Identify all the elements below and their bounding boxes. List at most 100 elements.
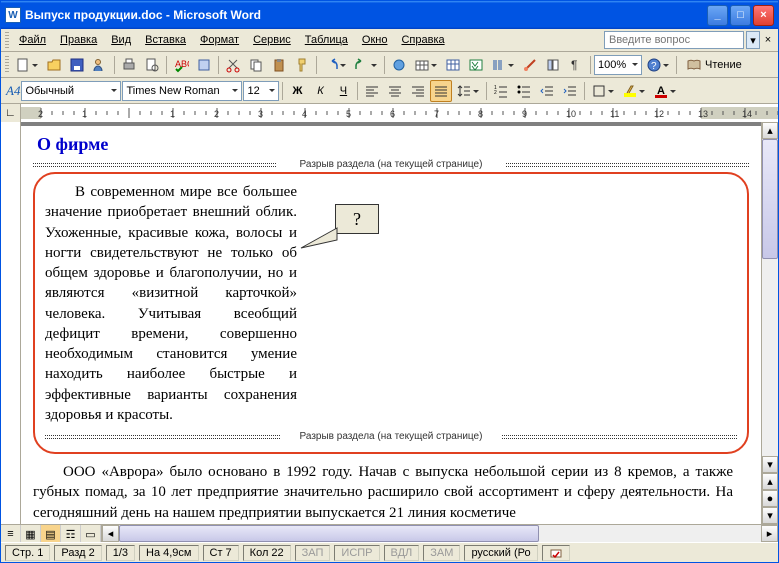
prev-page-button[interactable]: ▴ — [762, 473, 778, 490]
insert-table-button[interactable] — [442, 54, 464, 76]
menu-help[interactable]: Справка — [395, 32, 450, 48]
tables-borders-button[interactable] — [411, 54, 441, 76]
italic-button[interactable]: К — [309, 80, 331, 102]
research-button[interactable] — [193, 54, 215, 76]
numbered-list-button[interactable]: 12 — [490, 80, 512, 102]
menu-edit[interactable]: Правка — [54, 32, 103, 48]
help-button[interactable]: ? — [643, 54, 673, 76]
page-scroll[interactable]: О фирме Разрыв раздела (на текущей стран… — [21, 122, 761, 524]
font-size-combo[interactable]: 12 — [243, 81, 279, 101]
save-button[interactable] — [66, 54, 88, 76]
print-layout-view-button[interactable]: ▤ — [41, 525, 61, 543]
align-center-button[interactable] — [384, 80, 406, 102]
vscroll-thumb[interactable] — [762, 139, 778, 259]
maximize-button[interactable]: □ — [730, 5, 751, 26]
align-left-button[interactable] — [361, 80, 383, 102]
format-painter-button[interactable] — [291, 54, 313, 76]
browse-object-button[interactable]: ● — [762, 490, 778, 507]
normal-view-button[interactable]: ≡ — [1, 525, 21, 543]
style-combo[interactable]: Обычный — [21, 81, 121, 101]
zoom-combo[interactable]: 100% — [594, 55, 642, 75]
status-extend[interactable]: ВДЛ — [384, 545, 420, 561]
menu-format[interactable]: Формат — [194, 32, 245, 48]
print-button[interactable] — [118, 54, 140, 76]
reading-view-button[interactable]: ▭ — [81, 525, 101, 543]
outline-view-button[interactable]: ☶ — [61, 525, 81, 543]
drawing-toolbar-button[interactable] — [519, 54, 541, 76]
minimize-button[interactable]: _ — [707, 5, 728, 26]
status-record[interactable]: ЗАП — [295, 545, 331, 561]
bulleted-list-button[interactable] — [513, 80, 535, 102]
menu-view[interactable]: Вид — [105, 32, 137, 48]
status-pagecount[interactable]: 1/3 — [106, 545, 135, 561]
svg-text:6: 6 — [390, 109, 395, 119]
status-page[interactable]: Стр. 1 — [5, 545, 50, 561]
align-right-button[interactable] — [407, 80, 429, 102]
permission-button[interactable] — [89, 54, 111, 76]
borders-button[interactable] — [588, 80, 618, 102]
font-combo[interactable]: Times New Roman — [122, 81, 242, 101]
callout-annotation[interactable]: ? — [335, 204, 379, 234]
insert-worksheet-button[interactable] — [465, 54, 487, 76]
menu-insert[interactable]: Вставка — [139, 32, 192, 48]
hscroll-track[interactable] — [119, 525, 761, 542]
bold-button[interactable]: Ж — [286, 80, 308, 102]
vertical-scrollbar[interactable]: ▴ ▾ ▴ ● ▾ — [761, 122, 778, 524]
line-spacing-button[interactable] — [453, 80, 483, 102]
help-search-dropdown[interactable]: ▾ — [746, 31, 760, 49]
doc-close-button[interactable]: × — [762, 34, 774, 46]
toolbar-grip[interactable] — [5, 56, 9, 74]
menu-file[interactable]: Файл — [13, 32, 52, 48]
scroll-up-button[interactable]: ▴ — [762, 122, 778, 139]
decrease-indent-button[interactable] — [536, 80, 558, 102]
hyperlink-button[interactable] — [388, 54, 410, 76]
doc-map-button[interactable] — [542, 54, 564, 76]
status-track[interactable]: ИСПР — [334, 545, 379, 561]
horizontal-ruler[interactable]: 211234567891011121314 — [21, 104, 778, 122]
menu-window[interactable]: Окно — [356, 32, 394, 48]
menubar-grip[interactable] — [5, 32, 9, 48]
show-formatting-button[interactable]: ¶ — [565, 54, 587, 76]
next-page-button[interactable]: ▾ — [762, 507, 778, 524]
status-section[interactable]: Разд 2 — [54, 545, 101, 561]
highlight-button[interactable] — [619, 80, 649, 102]
scroll-left-button[interactable]: ◂ — [102, 525, 119, 542]
undo-button[interactable] — [320, 54, 350, 76]
web-view-button[interactable]: ▦ — [21, 525, 41, 543]
tab-selector[interactable]: ∟ — [1, 104, 21, 122]
font-color-button[interactable]: A — [650, 80, 680, 102]
open-button[interactable] — [43, 54, 65, 76]
status-position[interactable]: На 4,9см — [139, 545, 198, 561]
status-spellcheck-icon[interactable] — [542, 545, 570, 561]
status-line[interactable]: Ст 7 — [203, 545, 239, 561]
status-language[interactable]: русский (Ро — [464, 545, 537, 561]
help-search-input[interactable] — [604, 31, 744, 49]
document-page[interactable]: О фирме Разрыв раздела (на текущей стран… — [21, 126, 761, 524]
vertical-ruler[interactable] — [1, 122, 21, 524]
menu-table[interactable]: Таблица — [299, 32, 354, 48]
spellcheck-button[interactable]: ABC — [170, 54, 192, 76]
hscroll-thumb[interactable] — [119, 525, 539, 542]
cut-button[interactable] — [222, 54, 244, 76]
horizontal-scrollbar[interactable]: ◂ ▸ — [102, 525, 778, 542]
status-column[interactable]: Кол 22 — [243, 545, 291, 561]
redo-button[interactable] — [351, 54, 381, 76]
titlebar[interactable]: W Выпуск продукции.doc - Microsoft Word … — [1, 1, 778, 29]
increase-indent-button[interactable] — [559, 80, 581, 102]
svg-text:3: 3 — [258, 109, 263, 119]
scroll-right-button[interactable]: ▸ — [761, 525, 778, 542]
align-justify-button[interactable] — [430, 80, 452, 102]
vscroll-track[interactable] — [762, 139, 778, 456]
menu-tools[interactable]: Сервис — [247, 32, 297, 48]
print-preview-button[interactable] — [141, 54, 163, 76]
paste-button[interactable] — [268, 54, 290, 76]
copy-button[interactable] — [245, 54, 267, 76]
underline-button[interactable]: Ч — [332, 80, 354, 102]
styles-pane-button[interactable]: A4 — [6, 83, 20, 99]
scroll-down-button[interactable]: ▾ — [762, 456, 778, 473]
close-button[interactable]: × — [753, 5, 774, 26]
new-doc-button[interactable] — [12, 54, 42, 76]
status-overtype[interactable]: ЗАМ — [423, 545, 460, 561]
columns-button[interactable] — [488, 54, 518, 76]
reading-mode-button[interactable]: Чтение — [680, 57, 748, 73]
